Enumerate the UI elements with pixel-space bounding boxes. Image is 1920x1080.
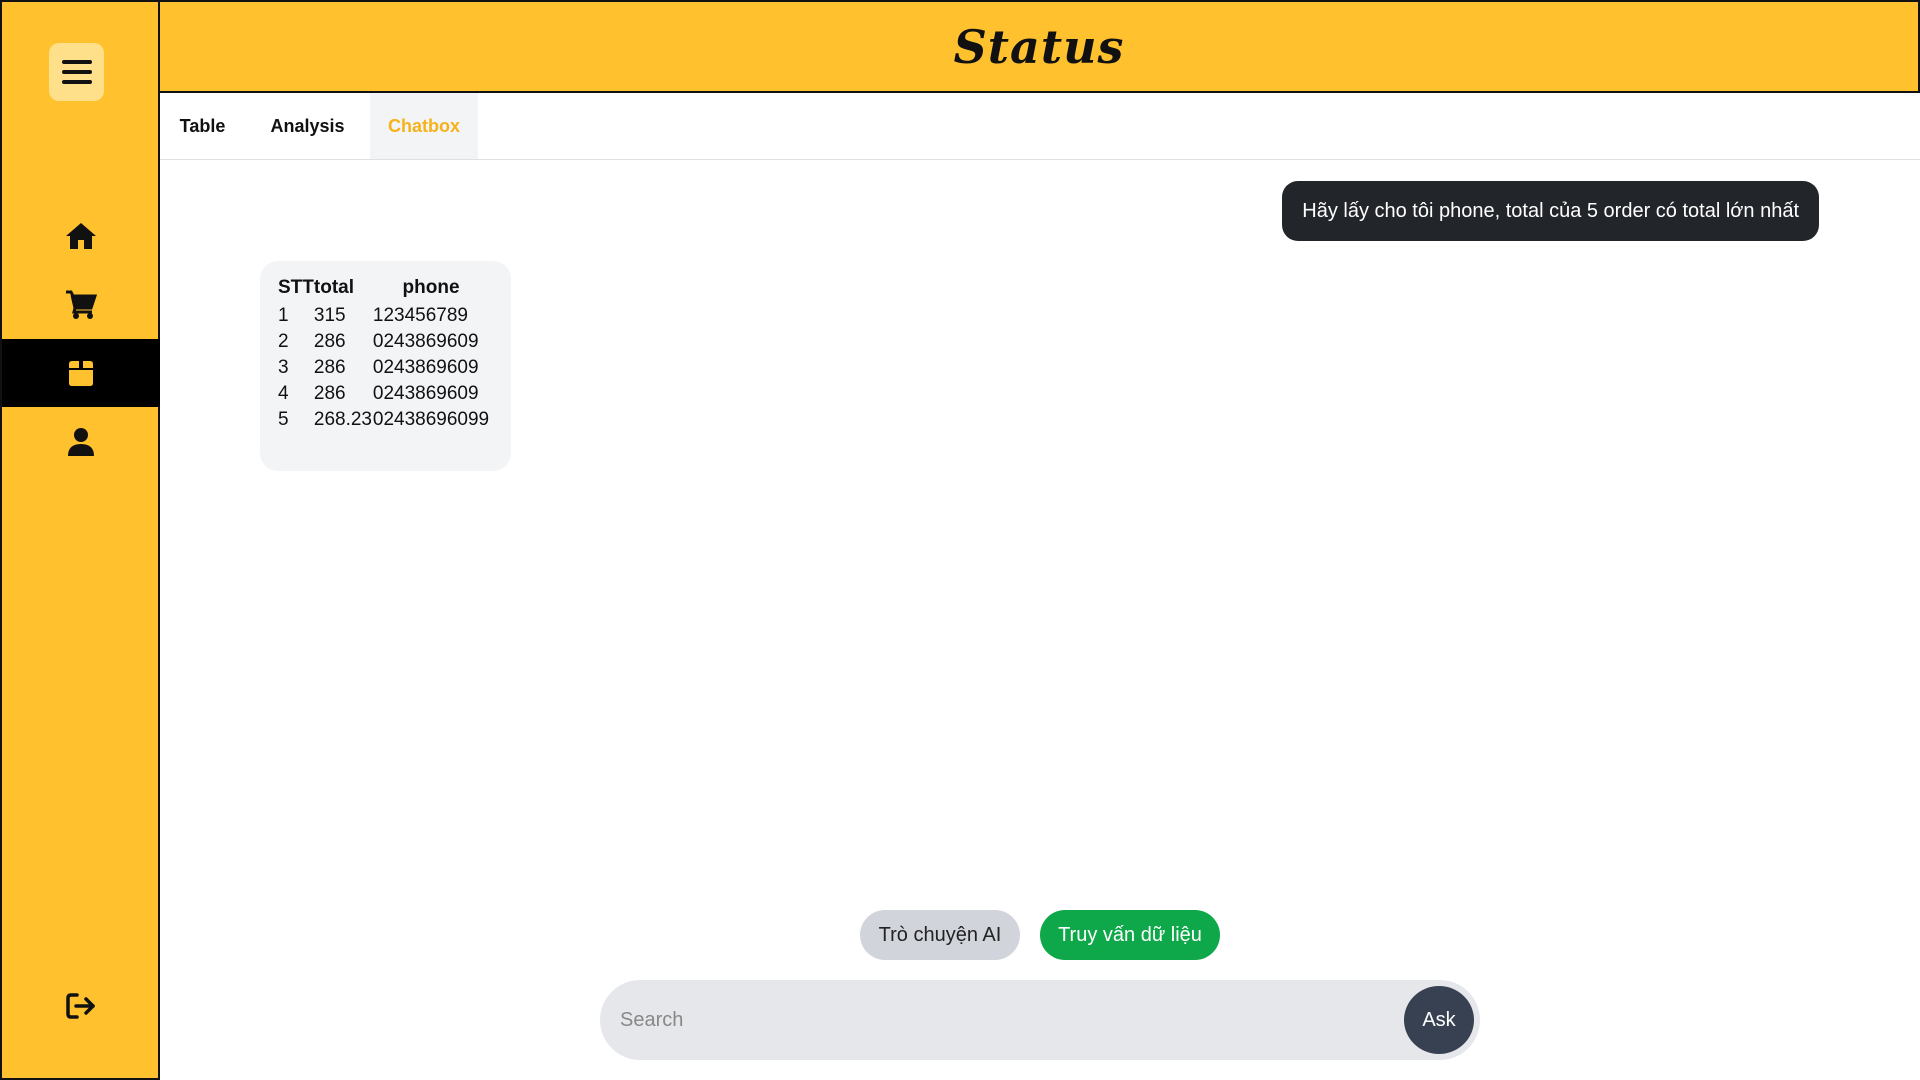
- table-cell: 123456789: [372, 305, 468, 326]
- tab-chatbox[interactable]: Chatbox: [370, 93, 478, 159]
- search-input[interactable]: [620, 980, 1380, 1060]
- table-cell: 1: [278, 305, 289, 326]
- table-cell: 2: [278, 331, 289, 352]
- sidebar: [0, 0, 160, 1080]
- sidebar-item-cart[interactable]: [2, 270, 160, 338]
- result-table: STT total phone 1 315 123456789 2 286 02…: [278, 277, 489, 433]
- logout-icon: [66, 993, 95, 1019]
- table-row: 5 268.23 02438696099: [278, 407, 489, 433]
- data-query-mode-button[interactable]: Truy vấn dữ liệu: [1040, 910, 1220, 960]
- ask-button[interactable]: Ask: [1404, 986, 1474, 1054]
- user-message-text: Hãy lấy cho tôi phone, total của 5 order…: [1302, 199, 1799, 222]
- menu-button[interactable]: [49, 43, 104, 101]
- tab-bar: Table Analysis Chatbox: [160, 93, 1920, 160]
- cart-icon: [66, 290, 98, 319]
- table-row: 1 315 123456789: [278, 303, 489, 329]
- box-icon: [69, 361, 93, 386]
- table-cell: 0243869609: [372, 357, 479, 378]
- search-bar: Ask: [600, 980, 1480, 1060]
- table-cell: 4: [278, 383, 289, 404]
- table-cell: 5: [278, 409, 289, 430]
- table-cell: 0243869609: [372, 331, 479, 352]
- header: Status: [160, 0, 1920, 93]
- table-cell: 286: [313, 357, 346, 378]
- tab-table[interactable]: Table: [160, 93, 245, 159]
- table-row: 2 286 0243869609: [278, 329, 489, 355]
- table-cell: 02438696099: [372, 409, 490, 430]
- column-header-phone: phone: [402, 277, 460, 298]
- sidebar-item-products[interactable]: [2, 339, 160, 407]
- table-header-row: STT total phone: [278, 277, 489, 303]
- hamburger-menu-icon: [61, 60, 92, 84]
- table-cell: 286: [313, 331, 346, 352]
- tab-analysis[interactable]: Analysis: [245, 93, 370, 159]
- page-title: Status: [953, 19, 1125, 74]
- sidebar-item-home[interactable]: [2, 202, 160, 270]
- table-cell: 286: [313, 383, 346, 404]
- home-icon: [66, 223, 96, 249]
- column-header-stt: STT: [278, 277, 314, 298]
- logout-button[interactable]: [2, 972, 160, 1040]
- table-row: 3 286 0243869609: [278, 355, 489, 381]
- bot-message-bubble: STT total phone 1 315 123456789 2 286 02…: [260, 261, 511, 471]
- user-icon: [68, 428, 94, 456]
- column-header-total: total: [313, 277, 354, 298]
- user-message-bubble: Hãy lấy cho tôi phone, total của 5 order…: [1282, 181, 1819, 241]
- table-row: 4 286 0243869609: [278, 381, 489, 407]
- sidebar-item-user[interactable]: [2, 408, 160, 476]
- table-cell: 3: [278, 357, 289, 378]
- chat-ai-mode-button[interactable]: Trò chuyện AI: [860, 910, 1020, 960]
- table-cell: 0243869609: [372, 383, 479, 404]
- table-cell: 268.23: [313, 409, 373, 430]
- table-cell: 315: [313, 305, 346, 326]
